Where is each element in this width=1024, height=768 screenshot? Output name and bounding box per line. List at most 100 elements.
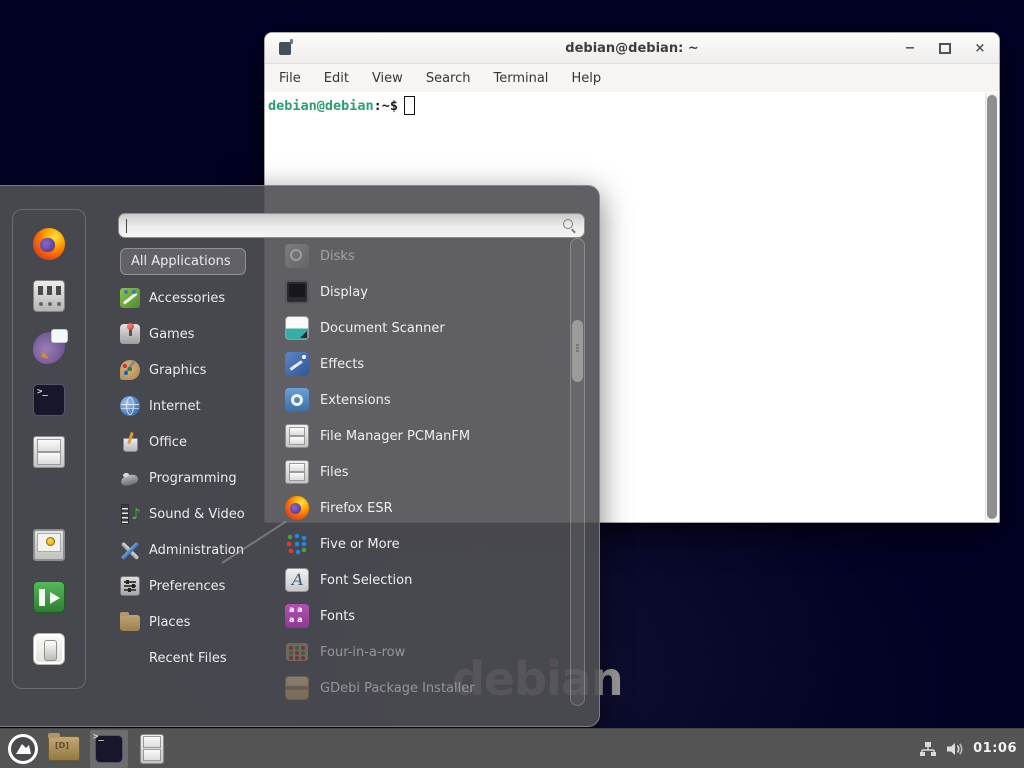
terminal-icon <box>95 735 123 763</box>
display-icon <box>285 280 309 304</box>
taskbar: 01:06 <box>0 728 1024 768</box>
file-cabinet-icon <box>140 734 164 764</box>
effects-icon <box>285 352 309 376</box>
shell-prompt: debian@debian:~$ <box>268 96 415 115</box>
folder-icon <box>48 736 80 761</box>
favorites-column <box>12 209 86 689</box>
administration-icon <box>120 540 140 560</box>
favorite-file-cabinet-icon[interactable] <box>33 436 65 468</box>
menu-edit[interactable]: Edit <box>321 69 352 88</box>
menu-button[interactable] <box>7 733 39 765</box>
maximize-icon <box>939 43 951 54</box>
category-all-applications[interactable]: All Applications <box>120 244 278 280</box>
category-places[interactable]: Places <box>120 604 278 640</box>
favorite-control-panel-icon[interactable] <box>33 280 65 312</box>
app-label: Four-in-a-row <box>320 645 405 660</box>
lock-screen-icon[interactable] <box>33 529 65 561</box>
taskbar-clock[interactable]: 01:06 <box>973 741 1017 756</box>
category-preferences[interactable]: Preferences <box>120 568 278 604</box>
firefox-icon <box>285 496 309 520</box>
app-label: Disks <box>320 249 355 264</box>
screen: debian debian@debian: ~ − × File Edit Vi… <box>0 0 1024 768</box>
games-icon <box>120 324 140 344</box>
category-label: Office <box>149 435 187 450</box>
terminal-scrollbar[interactable] <box>985 93 998 521</box>
category-internet[interactable]: Internet <box>120 388 278 424</box>
terminal-window-title: debian@debian: ~ <box>265 41 999 56</box>
menu-scrollbar-thumb[interactable] <box>572 320 583 382</box>
app-files[interactable]: Files <box>285 454 561 490</box>
all-applications-selected-button[interactable]: All Applications <box>120 248 246 275</box>
app-label: Files <box>320 465 349 480</box>
app-font-selection[interactable]: Font Selection <box>285 562 561 598</box>
category-label: Programming <box>149 471 237 486</box>
accessories-icon <box>120 288 140 308</box>
terminal-cursor <box>404 96 415 115</box>
search-input[interactable] <box>119 213 563 238</box>
app-disks[interactable]: Disks <box>285 238 561 274</box>
menu-view[interactable]: View <box>369 69 406 88</box>
app-gdebi-package-installer[interactable]: GDebi Package Installer <box>285 670 561 706</box>
terminal-scrollbar-thumb[interactable] <box>987 95 997 519</box>
app-display[interactable]: Display <box>285 274 561 310</box>
window-controls: − × <box>903 33 987 63</box>
preferences-icon <box>120 576 140 596</box>
menu-terminal[interactable]: Terminal <box>490 69 551 88</box>
category-graphics[interactable]: Graphics <box>120 352 278 388</box>
terminal-menubar: File Edit View Search Terminal Help <box>265 64 999 92</box>
volume-icon[interactable] <box>946 740 964 758</box>
graphics-icon <box>120 360 140 380</box>
menu-file[interactable]: File <box>276 69 304 88</box>
category-accessories[interactable]: Accessories <box>120 280 278 316</box>
programming-icon <box>120 468 140 488</box>
file-manager-icon <box>285 424 309 448</box>
app-extensions[interactable]: Extensions <box>285 382 561 418</box>
application-menu: All Applications Accessories Games Graph… <box>0 185 600 727</box>
category-sound-video[interactable]: Sound & Video <box>120 496 278 532</box>
taskbar-file-manager-button[interactable] <box>48 736 80 761</box>
app-five-or-more[interactable]: Five or More <box>285 526 561 562</box>
sound-video-icon <box>120 504 140 524</box>
category-administration[interactable]: Administration <box>120 532 278 568</box>
taskbar-files-button[interactable] <box>140 734 164 764</box>
menu-help[interactable]: Help <box>568 69 604 88</box>
menu-search-box[interactable] <box>118 213 585 238</box>
category-programming[interactable]: Programming <box>120 460 278 496</box>
menu-search[interactable]: Search <box>423 69 474 88</box>
logout-icon[interactable] <box>33 581 65 613</box>
favorite-terminal-icon[interactable] <box>33 384 65 416</box>
app-document-scanner[interactable]: Document Scanner <box>285 310 561 346</box>
category-recent-files[interactable]: Recent Files <box>120 640 278 676</box>
network-icon[interactable] <box>919 740 937 758</box>
menu-scrollbar[interactable] <box>570 238 585 706</box>
category-games[interactable]: Games <box>120 316 278 352</box>
app-effects[interactable]: Effects <box>285 346 561 382</box>
app-label: Display <box>320 285 368 300</box>
maximize-button[interactable] <box>938 41 952 55</box>
favorite-firefox-icon[interactable] <box>33 228 65 260</box>
minimize-button[interactable]: − <box>903 41 917 55</box>
category-label: Recent Files <box>149 651 227 666</box>
app-label: Document Scanner <box>320 321 445 336</box>
app-label: Firefox ESR <box>320 501 393 516</box>
app-label: Five or More <box>320 537 400 552</box>
four-in-a-row-icon <box>285 640 309 664</box>
category-label: Internet <box>149 399 201 414</box>
prompt-user-host: debian@debian <box>268 98 374 114</box>
app-firefox-esr[interactable]: Firefox ESR <box>285 490 561 526</box>
category-office[interactable]: Office <box>120 424 278 460</box>
category-label: Accessories <box>149 291 225 306</box>
app-label: GDebi Package Installer <box>320 681 475 696</box>
terminal-titlebar[interactable]: debian@debian: ~ − × <box>265 33 999 64</box>
app-fonts[interactable]: Fonts <box>285 598 561 634</box>
close-button[interactable]: × <box>973 41 987 55</box>
files-cabinet-icon <box>285 460 309 484</box>
favorite-pidgin-icon[interactable] <box>33 332 65 364</box>
app-label: Fonts <box>320 609 355 624</box>
taskbar-terminal-button-active[interactable] <box>90 730 128 768</box>
places-folder-icon <box>120 615 140 631</box>
shutdown-icon[interactable] <box>33 633 65 665</box>
app-file-manager-pcmanfm[interactable]: File Manager PCManFM <box>285 418 561 454</box>
prompt-suffix: :~$ <box>374 98 398 114</box>
app-four-in-a-row[interactable]: Four-in-a-row <box>285 634 561 670</box>
